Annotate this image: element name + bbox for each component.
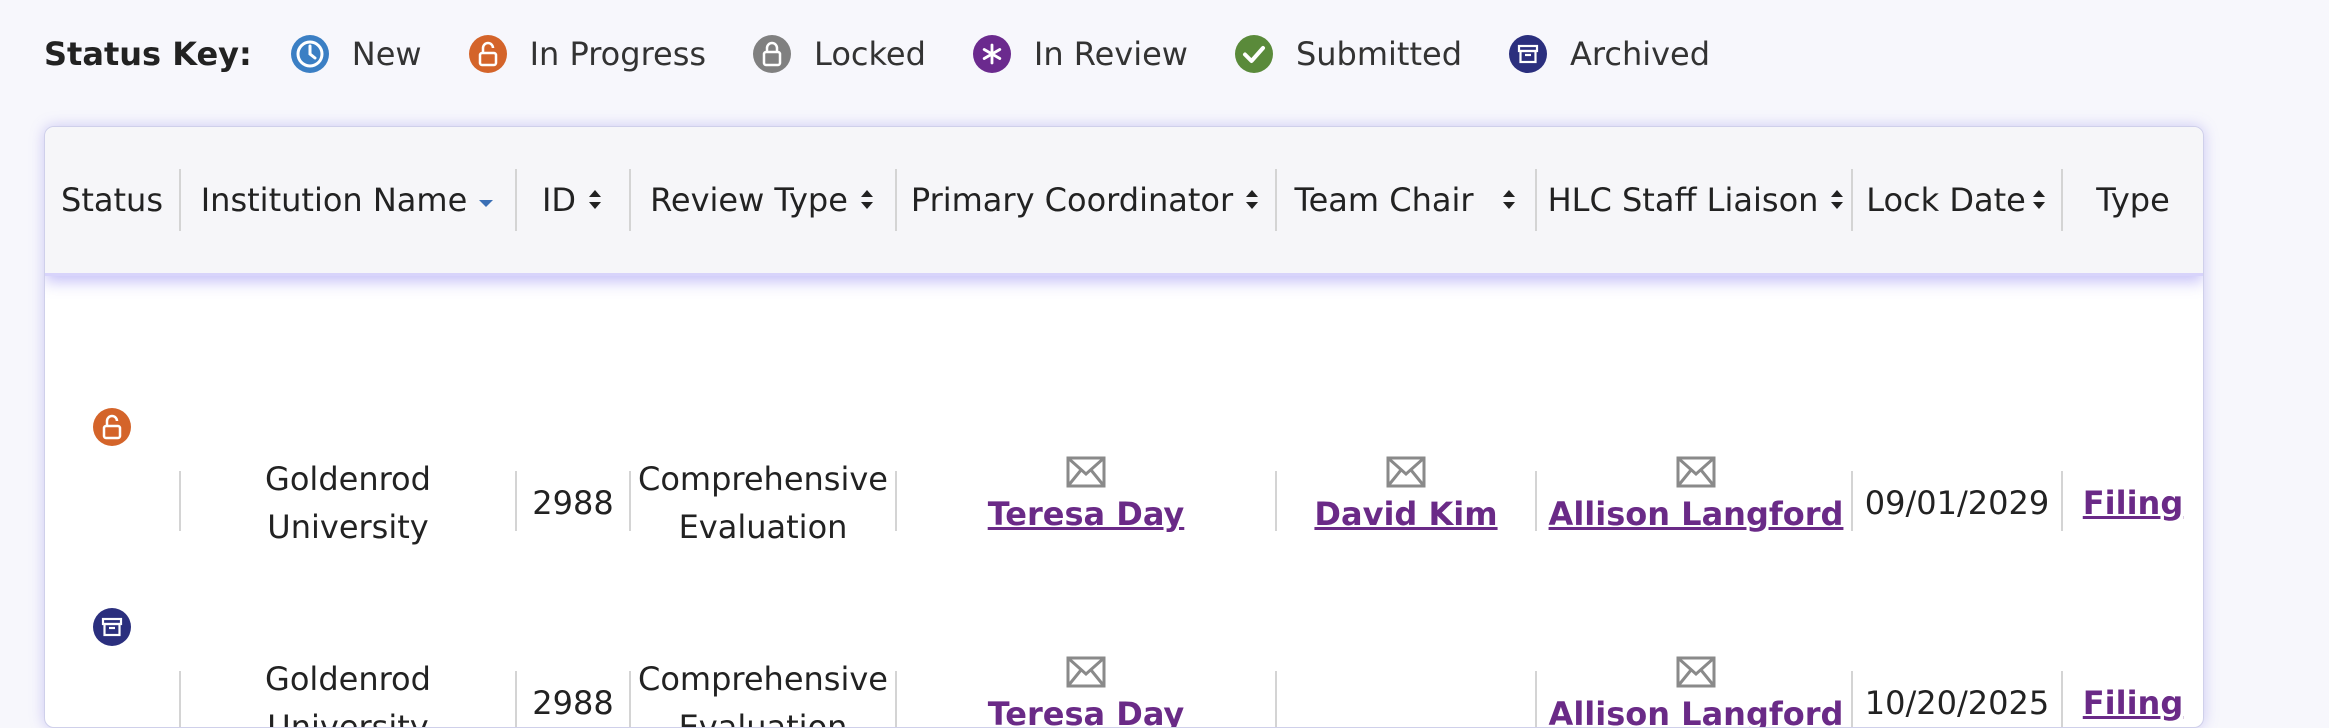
archive-icon — [1508, 34, 1548, 74]
column-header-review-type[interactable]: Review Type — [631, 127, 895, 273]
column-header-hlc-staff-liaison[interactable]: HLC Staff Liaison — [1537, 127, 1857, 273]
sort-icon[interactable] — [586, 187, 604, 213]
lock-date-cell: 09/01/2029 — [1853, 453, 2061, 553]
column-header-institution-name-label: Institution Name — [200, 181, 468, 219]
status-key-label: Status Key: — [44, 35, 252, 73]
id-cell: 2988 — [517, 653, 629, 727]
clock-icon — [290, 34, 330, 74]
mail-icon[interactable] — [1676, 656, 1716, 688]
reviews-table: Status Institution Name ID Review Type P… — [44, 126, 2204, 728]
institution-name-line: University — [267, 708, 429, 728]
team-chair-cell: David Kim — [1277, 447, 1535, 547]
review-type-line: Evaluation — [678, 508, 848, 546]
unlock-icon — [92, 407, 132, 447]
column-header-lock-date[interactable]: Lock Date — [1853, 127, 2061, 273]
primary-coordinator-link[interactable]: Teresa Day — [988, 690, 1185, 727]
column-header-status-label: Status — [61, 181, 163, 219]
institution-name-cell: Goldenrod University — [181, 453, 515, 553]
sort-icon[interactable] — [1828, 187, 1846, 213]
sort-desc-icon[interactable] — [477, 188, 495, 212]
status-key-locked-label: Locked — [814, 35, 926, 73]
unlock-icon — [468, 34, 508, 74]
column-header-type: Type — [2063, 127, 2203, 273]
column-header-hlc-staff-liaison-label: HLC Staff Liaison — [1547, 181, 1819, 219]
column-header-review-type-label: Review Type — [650, 181, 848, 219]
status-key-locked: Locked — [752, 34, 926, 74]
column-header-lock-date-label: Lock Date — [1866, 181, 2026, 219]
hlc-staff-liaison-link[interactable]: Allison Langford — [1549, 690, 1844, 727]
institution-name-cell: Goldenrod University — [181, 653, 515, 728]
column-header-type-label: Type — [2096, 181, 2170, 219]
hlc-staff-liaison-link[interactable]: Allison Langford — [1549, 490, 1844, 538]
review-type-line: Comprehensive — [638, 460, 888, 498]
id-value: 2988 — [532, 684, 614, 722]
status-cell — [45, 377, 179, 477]
column-header-institution-name[interactable]: Institution Name — [181, 127, 515, 273]
table-header: Status Institution Name ID Review Type P… — [45, 127, 2203, 276]
mail-icon[interactable] — [1676, 456, 1716, 488]
hlc-staff-liaison-cell: Allison Langford — [1537, 447, 1855, 547]
archive-icon — [92, 607, 132, 647]
sort-icon[interactable] — [1500, 187, 1518, 213]
status-key-archived: Archived — [1508, 34, 1710, 74]
type-cell: Filing — [2063, 453, 2203, 553]
lock-icon — [752, 34, 792, 74]
type-link[interactable]: Filing — [2083, 479, 2183, 527]
status-key-submitted-label: Submitted — [1295, 35, 1462, 73]
institution-name-line: Goldenrod — [265, 460, 431, 498]
primary-coordinator-cell: Teresa Day — [897, 447, 1275, 547]
primary-coordinator-cell: Teresa Day — [897, 647, 1275, 727]
sort-icon[interactable] — [858, 187, 876, 213]
hlc-staff-liaison-cell: Allison Langford — [1537, 647, 1855, 727]
primary-coordinator-link[interactable]: Teresa Day — [988, 490, 1185, 538]
column-header-id[interactable]: ID — [517, 127, 629, 273]
team-chair-cell — [1277, 647, 1535, 727]
lock-date-value: 10/20/2025 — [1864, 684, 2050, 722]
column-header-id-label: ID — [541, 181, 577, 219]
mail-icon[interactable] — [1386, 456, 1426, 488]
status-key-submitted: Submitted — [1234, 34, 1462, 74]
asterisk-icon — [972, 34, 1012, 74]
status-key: Status Key: New In Progress Locked In Re… — [44, 30, 1756, 78]
sort-icon[interactable] — [2030, 187, 2048, 213]
status-key-new: New — [290, 34, 422, 74]
type-cell: Filing — [2063, 653, 2203, 727]
review-type-cell: Comprehensive Evaluation — [631, 453, 895, 553]
type-link[interactable]: Filing — [2083, 679, 2183, 727]
status-key-new-label: New — [351, 35, 422, 73]
status-key-archived-label: Archived — [1570, 35, 1711, 73]
team-chair-link[interactable]: David Kim — [1314, 490, 1497, 538]
institution-name-line: University — [267, 508, 429, 546]
review-type-line: Evaluation — [678, 708, 848, 728]
id-value: 2988 — [532, 484, 614, 522]
sort-icon[interactable] — [1243, 187, 1261, 213]
check-icon — [1234, 34, 1274, 74]
status-cell — [45, 577, 179, 677]
status-key-in-review-label: In Review — [1033, 35, 1188, 73]
status-key-in-review: In Review — [972, 34, 1188, 74]
lock-date-value: 09/01/2029 — [1864, 484, 2050, 522]
column-header-status: Status — [45, 127, 179, 273]
id-cell: 2988 — [517, 453, 629, 553]
lock-date-cell: 10/20/2025 — [1853, 653, 2061, 727]
mail-icon[interactable] — [1066, 656, 1106, 688]
review-type-line: Comprehensive — [638, 660, 888, 698]
status-key-in-progress-label: In Progress — [529, 35, 707, 73]
institution-name-line: Goldenrod — [265, 660, 431, 698]
review-type-cell: Comprehensive Evaluation — [631, 653, 895, 728]
status-key-in-progress: In Progress — [468, 34, 706, 74]
column-header-primary-coordinator-label: Primary Coordinator — [910, 181, 1234, 219]
column-header-team-chair[interactable]: Team Chair — [1277, 127, 1535, 273]
column-header-primary-coordinator[interactable]: Primary Coordinator — [897, 127, 1275, 273]
mail-icon[interactable] — [1066, 456, 1106, 488]
column-header-team-chair-label: Team Chair — [1294, 181, 1474, 219]
